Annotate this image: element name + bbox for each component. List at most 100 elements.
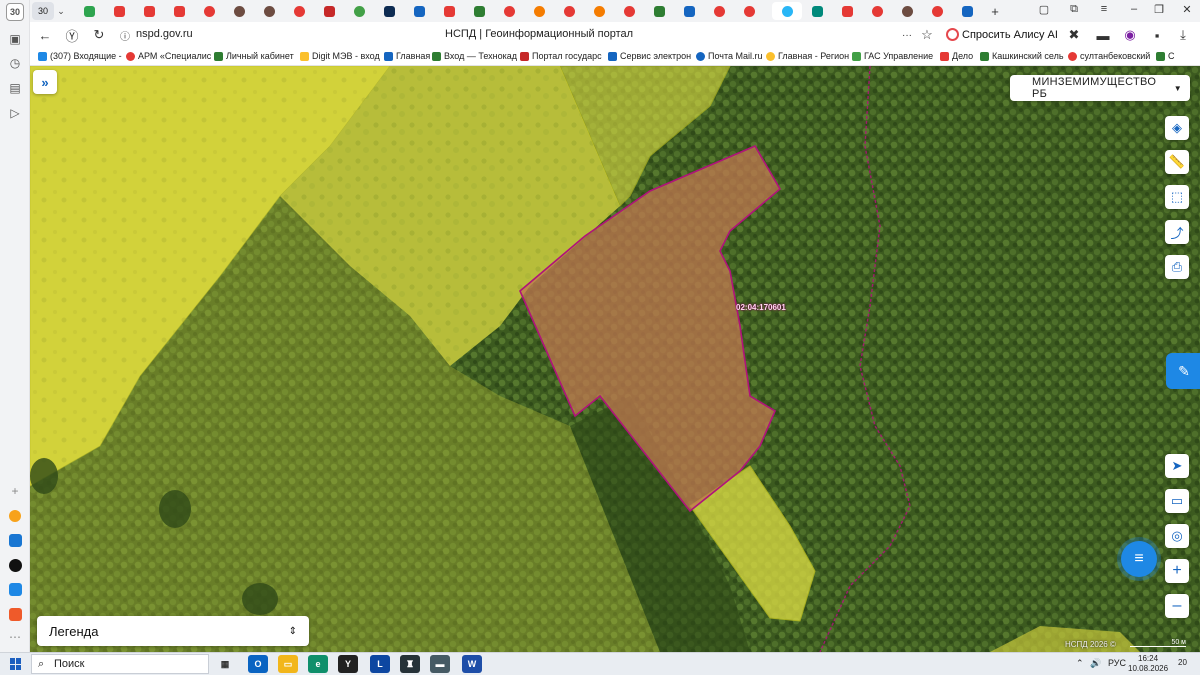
- zoom-in-button[interactable]: +: [1165, 559, 1189, 583]
- tab-18[interactable]: [588, 2, 610, 20]
- tab-13[interactable]: [438, 2, 460, 20]
- tab-10[interactable]: [348, 2, 370, 20]
- tab-23[interactable]: [738, 2, 760, 20]
- download-icon[interactable]: ⤓: [1174, 26, 1192, 44]
- tab-1[interactable]: [78, 2, 100, 20]
- messenger-app-icon[interactable]: [8, 533, 22, 547]
- volume-icon[interactable]: 🔊: [1090, 658, 1101, 669]
- mail-app-icon[interactable]: [8, 582, 22, 596]
- back-icon[interactable]: ←: [36, 26, 54, 44]
- tab-25[interactable]: [806, 2, 828, 20]
- tab-9[interactable]: [318, 2, 340, 20]
- history-icon[interactable]: ◷: [6, 54, 24, 72]
- support-chat-tab[interactable]: ✎: [1166, 353, 1200, 389]
- scanner-icon[interactable]: ▬: [430, 655, 450, 673]
- minimize-icon[interactable]: –: [1125, 3, 1143, 15]
- yandex-home-icon[interactable]: Ⓨ: [63, 26, 81, 44]
- tab-12[interactable]: [408, 2, 430, 20]
- music-app-icon[interactable]: [8, 558, 22, 572]
- bookmark-tehnokad[interactable]: Вход — Технокад: [432, 51, 517, 61]
- geolocation-icon[interactable]: ◎: [1165, 524, 1189, 548]
- bookmark-gosuslugi[interactable]: Портал государс: [520, 51, 602, 61]
- url-field[interactable]: nspd.gov.ru: [136, 28, 193, 40]
- play-icon[interactable]: ▷: [6, 104, 24, 122]
- bookmark-main[interactable]: Главная: [384, 51, 430, 61]
- tab-15[interactable]: [498, 2, 520, 20]
- share-icon[interactable]: ⤴: [1165, 220, 1189, 244]
- outlook-icon[interactable]: O: [248, 655, 268, 673]
- extension-3-icon[interactable]: ◉: [1121, 26, 1139, 44]
- site-info-icon[interactable]: ⓘ: [116, 26, 134, 44]
- explorer-icon[interactable]: ▭: [278, 655, 298, 673]
- extensions-icon[interactable]: ⧉: [1065, 3, 1083, 16]
- tab-count-icon[interactable]: 30: [6, 3, 24, 21]
- extension-1-icon[interactable]: ✖: [1065, 26, 1083, 44]
- bookmark-delo[interactable]: Дело: [940, 51, 973, 61]
- word-icon[interactable]: W: [462, 655, 482, 673]
- tab-20[interactable]: [648, 2, 670, 20]
- tab-16[interactable]: [528, 2, 550, 20]
- tab-26[interactable]: [836, 2, 858, 20]
- bookmark-sultanbek[interactable]: султанбековский: [1068, 51, 1150, 61]
- tab-4[interactable]: [168, 2, 190, 20]
- expand-panel-button[interactable]: »: [33, 70, 57, 94]
- basemap-icon[interactable]: ▭: [1165, 489, 1189, 513]
- tab-19[interactable]: [618, 2, 640, 20]
- tab-5[interactable]: [198, 2, 220, 20]
- select-area-icon[interactable]: ⬚: [1165, 185, 1189, 209]
- system-clock[interactable]: 16:24 10.08.2026: [1128, 654, 1168, 674]
- new-tab-button[interactable]: +: [984, 2, 1006, 20]
- task-view-icon[interactable]: ▦: [215, 655, 235, 673]
- close-icon[interactable]: ✕: [1178, 3, 1196, 16]
- tab-30[interactable]: [956, 2, 978, 20]
- tab-27[interactable]: [866, 2, 888, 20]
- market-app-icon[interactable]: [8, 607, 22, 621]
- legend-toggle[interactable]: Легенда ⇕: [37, 616, 309, 646]
- tab-7[interactable]: [258, 2, 280, 20]
- bookmark-gas[interactable]: ГАС Управление: [852, 51, 933, 61]
- more-icon[interactable]: ···: [898, 26, 916, 44]
- tab-22[interactable]: [708, 2, 730, 20]
- notifications-count[interactable]: 20: [1178, 658, 1187, 667]
- organization-selector[interactable]: МИНЗЕМИМУЩЕСТВО РБ ▼: [1010, 75, 1190, 101]
- tab-8[interactable]: [288, 2, 310, 20]
- bookmark-mailru[interactable]: Почта Mail.ru: [696, 51, 763, 61]
- extension-2-icon[interactable]: ▬: [1094, 26, 1112, 44]
- bookmark-cabinet[interactable]: Личный кабинет: [214, 51, 294, 61]
- tab-2[interactable]: [108, 2, 130, 20]
- app-icon[interactable]: ♜: [400, 655, 420, 673]
- bookmark-icon[interactable]: ☆: [918, 26, 936, 44]
- lc-app-icon[interactable]: L: [370, 655, 390, 673]
- tab-active-nspd[interactable]: [772, 2, 802, 20]
- more-rail-icon[interactable]: ⋯: [6, 628, 24, 646]
- maximize-icon[interactable]: ❐: [1150, 3, 1168, 16]
- taskbar-search[interactable]: ⌕ Поиск: [31, 654, 209, 674]
- keyboard-language[interactable]: РУС: [1108, 658, 1126, 668]
- chat-assistant-button[interactable]: ≡: [1121, 541, 1157, 577]
- tab-11[interactable]: [378, 2, 400, 20]
- weather-app-icon[interactable]: [9, 510, 21, 522]
- notes-icon[interactable]: ▤: [6, 79, 24, 97]
- menu-icon[interactable]: ≡: [1095, 3, 1113, 15]
- map-viewport[interactable]: » МИНЗЕМИМУЩЕСТВО РБ ▼ ◈ 📏 ⬚ ⤴ ⎙ ✎ ➤ ▭ ◎…: [30, 66, 1200, 652]
- zoom-out-button[interactable]: –: [1165, 594, 1189, 618]
- tab-29[interactable]: [926, 2, 948, 20]
- tray-expand-icon[interactable]: ⌃: [1076, 658, 1084, 669]
- reload-icon[interactable]: ↻: [90, 26, 108, 44]
- yandex-browser-icon[interactable]: Y: [338, 655, 358, 673]
- tab-3[interactable]: [138, 2, 160, 20]
- layers-icon[interactable]: ◈: [1165, 116, 1189, 140]
- bookmark-digit[interactable]: Digit МЭВ - вход: [300, 51, 380, 61]
- tab-17[interactable]: [558, 2, 580, 20]
- bookmark-s[interactable]: С: [1156, 51, 1175, 61]
- ask-alice-button[interactable]: Спросить Алису AI: [942, 25, 1064, 45]
- collections-icon[interactable]: ▣: [6, 30, 24, 48]
- windows-start-icon[interactable]: [10, 658, 22, 670]
- edge-icon[interactable]: e: [308, 655, 328, 673]
- ruler-icon[interactable]: 📏: [1165, 150, 1189, 174]
- extension-4-icon[interactable]: ▪: [1148, 26, 1166, 44]
- tab-28[interactable]: [896, 2, 918, 20]
- bookmark-kashkin[interactable]: Кашкинский сель: [980, 51, 1064, 61]
- print-icon[interactable]: ⎙: [1165, 255, 1189, 279]
- bookmark-manager-icon[interactable]: ▢: [1035, 3, 1053, 16]
